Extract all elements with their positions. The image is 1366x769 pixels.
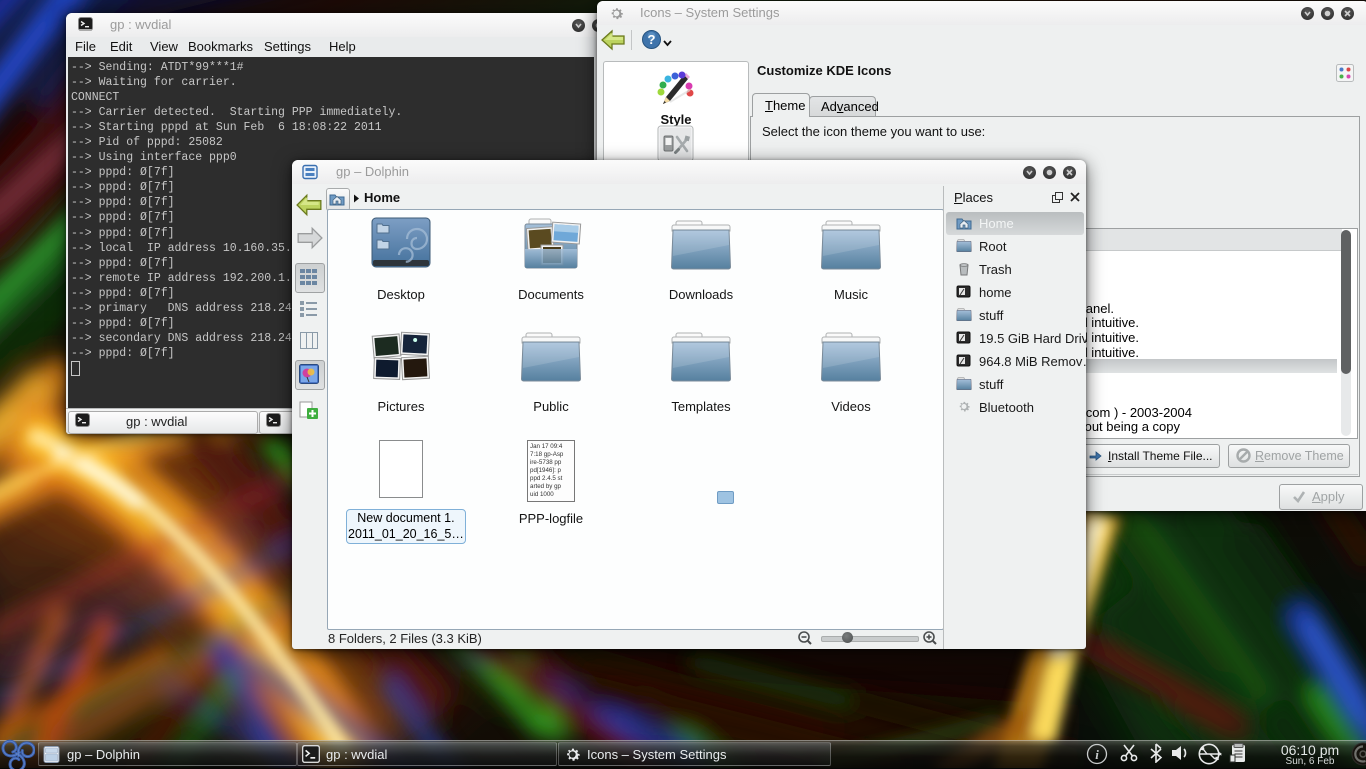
svg-text:ire-5738 pp: ire-5738 pp <box>530 459 562 466</box>
svg-text:7:18 gp-Asp: 7:18 gp-Asp <box>530 451 564 458</box>
svg-text:ppd 2.4.5 st: ppd 2.4.5 st <box>530 475 563 482</box>
svg-text:arted by gp: arted by gp <box>530 483 562 490</box>
svg-text:pd[1946]: p: pd[1946]: p <box>530 467 562 474</box>
svg-text:uid 1000: uid 1000 <box>530 491 554 498</box>
svg-text:?: ? <box>648 32 656 47</box>
svg-text:Jan 17 09:4: Jan 17 09:4 <box>530 443 563 450</box>
svg-text:i: i <box>1095 747 1099 762</box>
